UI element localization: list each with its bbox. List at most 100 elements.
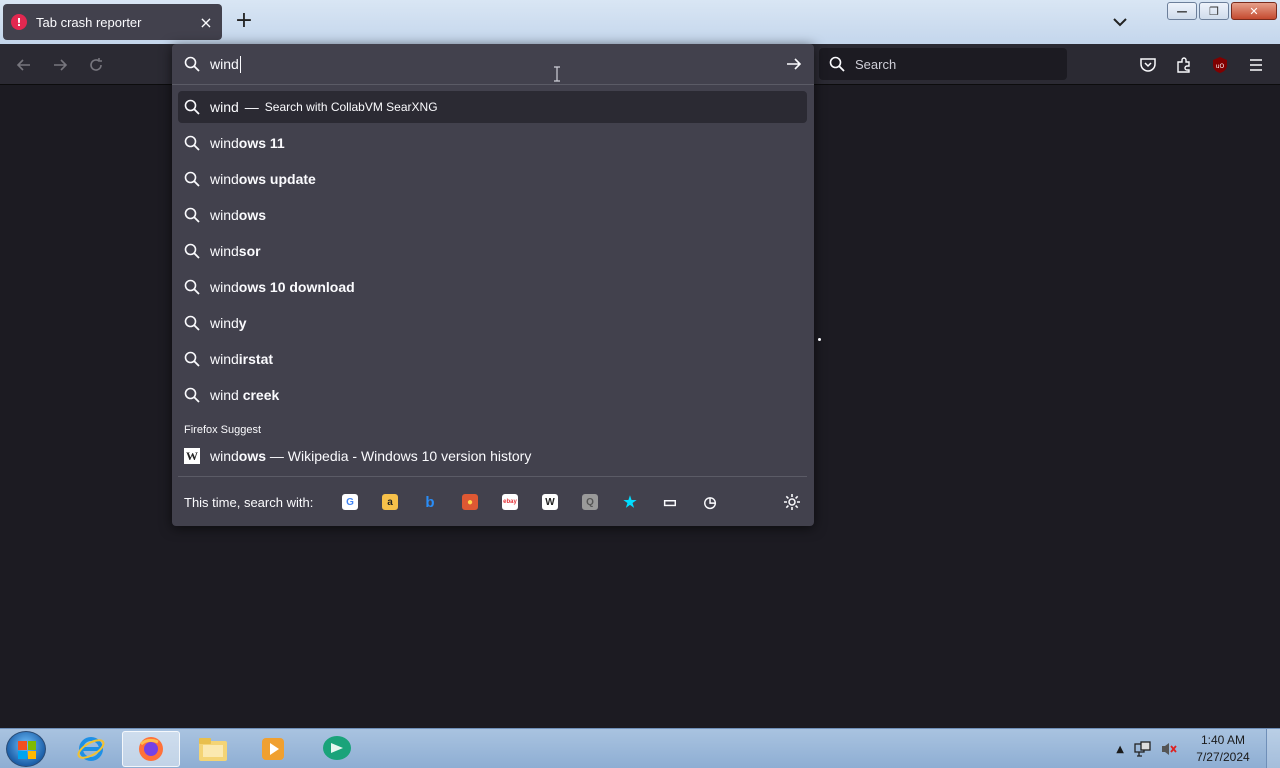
restore-button[interactable]: ❐ xyxy=(1199,2,1229,20)
search-suggestion-row[interactable]: windows xyxy=(178,199,807,231)
windows-logo-icon xyxy=(18,741,36,759)
search-icon xyxy=(184,279,200,295)
taskbar-internet-explorer[interactable] xyxy=(62,731,120,767)
reload-button[interactable] xyxy=(85,54,107,76)
suggestion-prefix: wind xyxy=(210,448,239,464)
suggestion-completion: ows xyxy=(238,448,267,464)
suggestion-completion: sor xyxy=(238,243,261,259)
show-hidden-icons-icon[interactable]: ▲ xyxy=(1116,744,1124,755)
search-suggestion-row[interactable]: wind creek xyxy=(178,379,807,411)
heuristic-action: Search with CollabVM SearXNG xyxy=(264,100,438,114)
mouse-cursor-ibeam-icon xyxy=(552,66,562,82)
forward-button[interactable] xyxy=(49,54,71,76)
network-icon xyxy=(1134,741,1151,757)
suggestion-completion: creek xyxy=(242,387,280,403)
suggestion-text: windirstat xyxy=(210,351,273,367)
suggestion-text: windsor xyxy=(210,243,261,259)
bookmarks-engine-button[interactable]: ★ xyxy=(610,486,650,518)
heuristic-separator: — xyxy=(244,99,259,115)
search-suggestion-row[interactable]: windsor xyxy=(178,235,807,267)
search-suggestion-row[interactable]: windows 11 xyxy=(178,127,807,159)
wikipedia-engine-button[interactable]: W xyxy=(530,486,570,518)
close-window-button[interactable]: ✕ xyxy=(1231,2,1277,20)
extensions-button[interactable] xyxy=(1173,54,1195,76)
ebay-engine-button[interactable]: ebay xyxy=(490,486,530,518)
search-icon xyxy=(184,56,200,72)
pocket-icon xyxy=(1140,58,1156,72)
show-desktop-button[interactable] xyxy=(1266,729,1280,768)
clock[interactable]: 1:40 AM 7/27/2024 xyxy=(1186,732,1260,766)
chevron-down-icon xyxy=(1113,18,1127,27)
pocket-button[interactable] xyxy=(1137,54,1159,76)
search-suggestion-row[interactable]: windows update xyxy=(178,163,807,195)
search-icon xyxy=(184,351,200,367)
duckduckgo-engine-button[interactable]: ● xyxy=(450,486,490,518)
suggestion-text: windows xyxy=(210,207,266,223)
search-icon xyxy=(184,171,200,187)
tabs-engine-icon: ▭ xyxy=(662,494,678,511)
heuristic-text: wind xyxy=(210,99,239,115)
taskbar-firefox[interactable] xyxy=(122,731,180,767)
amazon-engine-button[interactable]: a xyxy=(370,486,410,518)
search-bar[interactable]: Search xyxy=(819,48,1067,80)
ublock-button[interactable]: uO xyxy=(1209,54,1231,76)
new-tab-button[interactable]: + xyxy=(233,10,255,32)
suggestion-text: windows — Wikipedia - Windows 10 version… xyxy=(210,448,531,464)
suggestion-completion: ows xyxy=(238,207,267,223)
close-icon: ✕ xyxy=(1249,4,1259,18)
gear-icon xyxy=(784,494,800,510)
svg-text:uO: uO xyxy=(1216,63,1225,70)
ebay-engine-icon: ebay xyxy=(502,494,518,510)
go-button[interactable] xyxy=(784,54,804,74)
suggestion-prefix: wind xyxy=(210,207,239,223)
system-tray: ▲ 1:40 AM 7/27/2024 xyxy=(1116,729,1280,768)
google-engine-icon: G xyxy=(342,494,358,510)
suggestion-text: windows 11 xyxy=(210,135,285,151)
one-off-search-bar: This time, search with: Ga b ● ebay W Q ★ ▭ ◷ xyxy=(184,486,804,518)
one-off-label: This time, search with: xyxy=(184,494,314,510)
google-engine-button[interactable]: G xyxy=(330,486,370,518)
suggestion-completion: y xyxy=(238,315,247,331)
history-engine-button[interactable]: ◷ xyxy=(690,486,730,518)
firefox-icon xyxy=(139,737,163,761)
taskbar-media-player[interactable] xyxy=(244,731,302,767)
firefox-suggest-label: Firefox Suggest xyxy=(184,424,262,436)
volume-muted-icon xyxy=(1162,743,1177,755)
search-icon xyxy=(829,56,845,72)
search-icon xyxy=(184,243,200,259)
heuristic-search-row[interactable]: wind — Search with CollabVM SearXNG xyxy=(178,91,807,123)
search-settings-button[interactable] xyxy=(782,492,802,512)
search-suggestion-row[interactable]: windows 10 download xyxy=(178,271,807,303)
hamburger-menu-icon xyxy=(1250,59,1262,71)
minimize-icon: — xyxy=(1176,4,1188,18)
search-suggestion-row[interactable]: windirstat xyxy=(178,343,807,375)
crash-warning-icon: ! xyxy=(11,14,27,30)
address-input[interactable]: wind xyxy=(172,44,814,84)
history-engine-icon: ◷ xyxy=(703,494,717,511)
media-player-icon xyxy=(262,738,284,760)
wikipedia-icon: W xyxy=(184,448,200,464)
taskbar-app[interactable] xyxy=(308,731,366,767)
suggestion-completion: irstat xyxy=(238,351,274,367)
internet-explorer-icon xyxy=(77,737,105,761)
taskbar-explorer[interactable] xyxy=(184,731,242,767)
searxng-engine-button[interactable]: Q xyxy=(570,486,610,518)
bookmarks-engine-icon: ★ xyxy=(623,494,637,511)
back-button[interactable] xyxy=(13,54,35,76)
wikipedia-suggestion-row[interactable]: W windows — Wikipedia - Windows 10 versi… xyxy=(178,440,807,472)
tab-crash-reporter[interactable]: ! Tab crash reporter × xyxy=(3,4,222,40)
minimize-button[interactable]: — xyxy=(1167,2,1197,20)
ublock-shield-icon: uO xyxy=(1213,57,1227,73)
search-suggestion-row[interactable]: windy xyxy=(178,307,807,339)
suggestion-prefix: wind xyxy=(210,315,239,331)
bing-engine-button[interactable]: b xyxy=(410,486,450,518)
app-menu-button[interactable] xyxy=(1245,54,1267,76)
start-button[interactable] xyxy=(6,731,46,767)
suggestion-prefix: wind xyxy=(210,135,239,151)
list-all-tabs-button[interactable] xyxy=(1110,12,1130,32)
reload-icon xyxy=(90,58,102,71)
urlbar-dropdown: wind wind — Search with CollabVM SearXNG… xyxy=(172,44,814,526)
suggestion-prefix: wind xyxy=(210,243,239,259)
tabs-engine-button[interactable]: ▭ xyxy=(650,486,690,518)
tab-close-icon[interactable]: × xyxy=(198,13,214,32)
